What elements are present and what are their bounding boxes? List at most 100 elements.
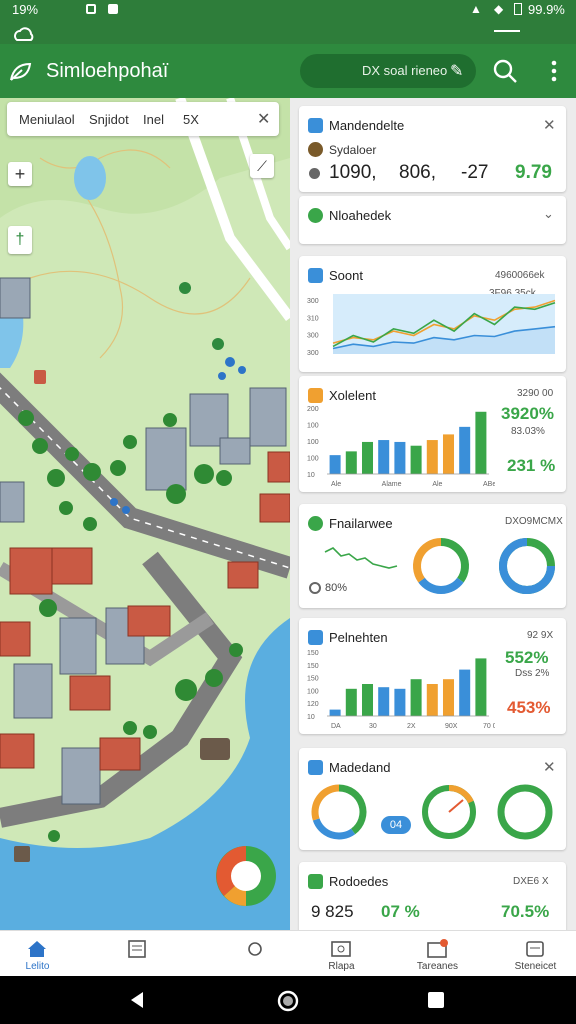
line-chart-y-tick: 300 [307, 350, 319, 357]
collapsed-card[interactable]: Nloahedek ⌄ [299, 196, 566, 244]
chart-icon [308, 630, 323, 645]
map-fab-button[interactable] [214, 844, 278, 908]
bar-chart-card[interactable]: Xolelent 3290 00 3920% 83.03% 231 % 200 1… [299, 376, 566, 492]
totals-card[interactable]: Rodoedes DXE6 X 9 825 07 % 70.5% [299, 862, 566, 930]
bar-chart-2-bar [361, 684, 374, 716]
chart-icon [308, 268, 323, 283]
bar-chart-2-pct-meta: Dss 2% [515, 668, 550, 679]
home-circle-icon[interactable] [277, 990, 299, 1012]
bar-chart-1-x-tick: ABe [483, 481, 495, 488]
info-icon [308, 760, 323, 775]
summary-title: Mandendelte [329, 118, 405, 133]
dashboard-panel[interactable]: Mandendelte ✕ Sydaloer 1090, 806, -27 9.… [290, 98, 576, 930]
status-subbar [0, 22, 576, 46]
donut-card-title: Fnailarwee [329, 516, 393, 531]
bar-chart-2-y-tick: 150 [307, 676, 319, 683]
totals-value-1: 9 825 [311, 902, 354, 921]
line-chart-y-tick: 300 [307, 333, 319, 340]
sd-icon [108, 4, 118, 14]
city-map[interactable]: Meniulaol Snjidot Inel 5X ✕ + † ⟋ [0, 98, 290, 930]
close-icon[interactable]: ✕ [257, 109, 270, 129]
totals-title: Rodoedes [329, 874, 389, 889]
bar-chart-2-x-tick: 90X [445, 723, 458, 730]
drag-handle[interactable] [494, 30, 520, 32]
collapsed-title: Nloahedek [329, 208, 392, 223]
bar-chart-2-bar [442, 679, 455, 716]
nav-settings[interactable]: Steneicet [478, 931, 576, 977]
bar-chart-2-bar [394, 688, 406, 716]
zoom-in-button[interactable]: + [8, 162, 32, 186]
chevron-down-icon[interactable]: ⌄ [543, 206, 554, 222]
bar-chart-1-bar [426, 440, 438, 474]
app-search-bar[interactable]: DX soal rieneo ✎ [300, 54, 476, 88]
summary-subtitle: Sydaloer [329, 143, 377, 157]
map-canvas[interactable] [0, 98, 290, 930]
bar-chart-1-bar [345, 451, 357, 474]
map-icon [331, 941, 351, 957]
close-icon[interactable]: ✕ [543, 116, 556, 134]
donut-card[interactable]: Fnailarwee DXO9MCMX 80% [299, 504, 566, 608]
bar-chart-1-bar [394, 441, 406, 474]
bar-chart-pct-meta: 83.03% [511, 426, 545, 437]
totals-value-3: 70.5% [501, 902, 550, 921]
back-icon[interactable] [128, 991, 146, 1009]
cloud-icon [14, 27, 34, 41]
bar-chart-2-x-tick: DA [331, 723, 341, 730]
bar-chart-title: Xolelent [329, 388, 376, 403]
donut-2-slice [311, 784, 340, 821]
map-filter-bar[interactable]: Meniulaol Snjidot Inel 5X ✕ [7, 102, 279, 136]
bar-chart-1-x-tick: Alame [382, 481, 402, 488]
gauge-chart [422, 784, 476, 839]
summary-value-2: 806, [399, 162, 436, 183]
nav-documents[interactable] [80, 931, 195, 977]
donut-small-value: 80% [325, 582, 348, 594]
donut-2-slice [338, 784, 367, 835]
bar-chart-1-y-tick: 200 [307, 406, 319, 413]
bar-chart-1-bar [475, 411, 487, 474]
donut-card-meta: DXO9MCMX [505, 516, 563, 527]
layer-pin-button[interactable]: † [8, 226, 32, 254]
bar-chart-2-bar [410, 679, 422, 716]
filter-chip-4[interactable]: 5X [183, 112, 199, 127]
bottom-navigation: Lelito Rlapa Tareanes Steneicet [0, 930, 576, 976]
filter-chip-3[interactable]: Inel [143, 112, 164, 127]
totals-value-2: 07 % [381, 902, 420, 921]
notification-icon [86, 4, 96, 14]
bar-chart-1-bar [361, 441, 374, 474]
line-chart-y-tick: 300 [307, 298, 319, 305]
bar-chart-2-bar [378, 687, 390, 716]
app-bar: Simloehpohaï DX soal rieneo ✎ [0, 44, 576, 100]
bar-chart-2-pct-1: 552% [505, 648, 549, 667]
donut-row-card[interactable]: Madedand ✕ 04 [299, 748, 566, 850]
document-icon [128, 940, 146, 958]
bar-chart-meta: 3290 00 [517, 388, 554, 399]
bar-chart-2-x-tick: 2X [407, 723, 416, 730]
donut-1-slice [440, 538, 469, 583]
bar-chart-1-y-tick: 100 [307, 439, 319, 446]
recents-icon[interactable] [428, 992, 444, 1008]
line-chart-card[interactable]: Soont 4960066ek 3F96 35ck 300 310 300 300 [299, 256, 566, 372]
bar-chart-1-y-tick: 10 [307, 472, 315, 479]
bar-chart-card-2[interactable]: Pelnehten 92 9X 552% Dss 2% 453% 150 150 1… [299, 618, 566, 734]
donut-chart-green [497, 784, 553, 840]
more-menu-icon[interactable] [548, 58, 560, 84]
compass-icon[interactable]: ⟋ [250, 154, 274, 178]
donut-chart-1 [413, 538, 469, 594]
home-icon [28, 941, 46, 957]
line-chart: 300 310 300 300 [307, 294, 556, 357]
filter-chip-1[interactable]: Meniulaol [19, 112, 75, 127]
leaf-logo-icon [10, 62, 32, 81]
filter-chip-2[interactable]: Snjidot [89, 112, 129, 127]
info-icon [308, 118, 323, 133]
system-navigation [0, 976, 576, 1024]
compass-nav-icon [248, 942, 262, 956]
bar-chart-2-x-tick: 70 0 [483, 723, 495, 730]
bar-chart-2-y-tick: 10 [307, 714, 315, 721]
nav-settings-label: Steneicet [514, 961, 557, 972]
bar-chart-1-bar [442, 434, 455, 474]
bar-chart-2-bar [329, 709, 341, 716]
donut-chart-blue [499, 538, 555, 594]
summary-card[interactable]: Mandendelte ✕ Sydaloer 1090, 806, -27 9.… [299, 106, 566, 192]
close-icon[interactable]: ✕ [543, 758, 556, 776]
search-icon[interactable] [492, 58, 518, 84]
